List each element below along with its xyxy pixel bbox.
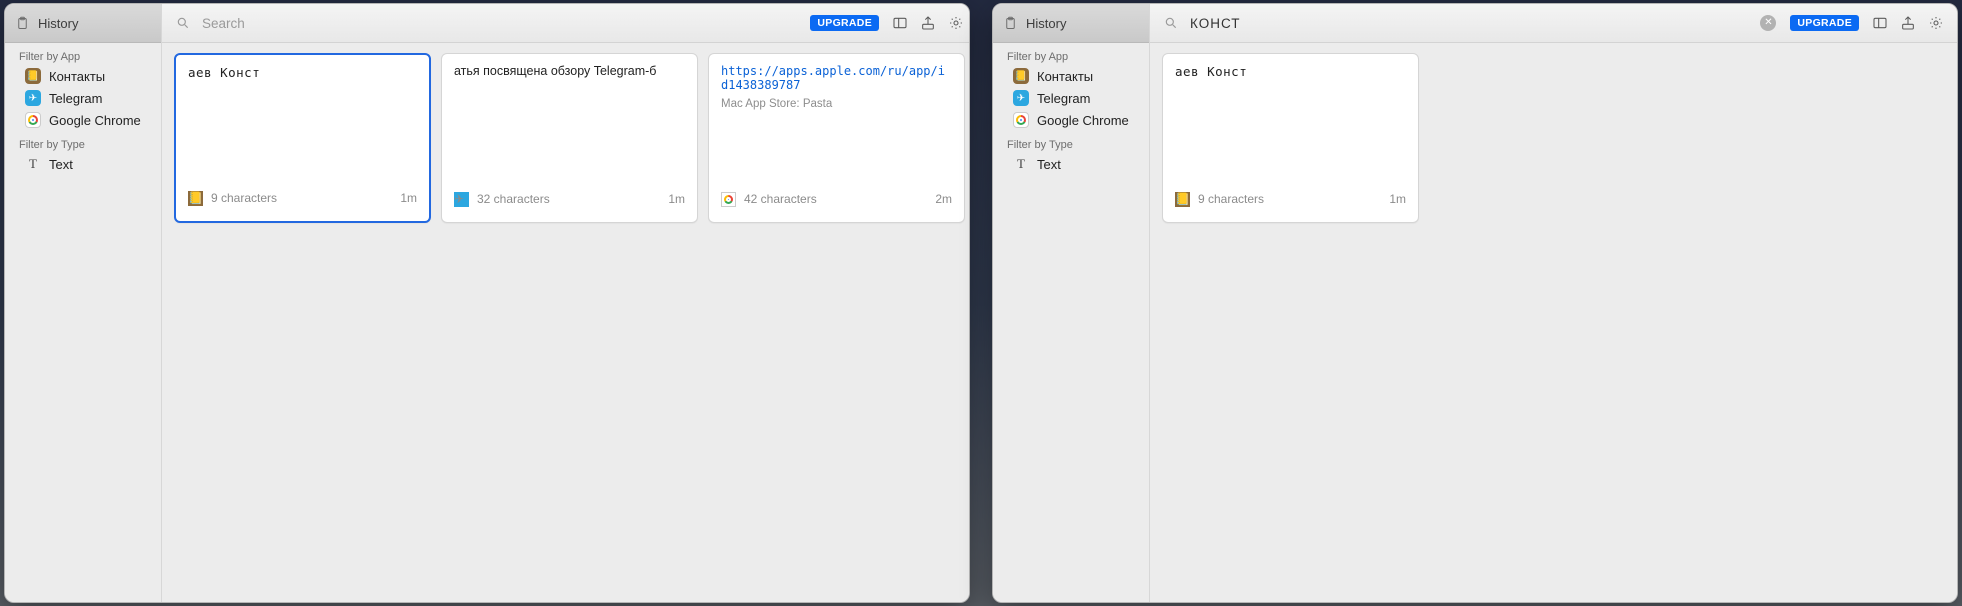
sidebar-app-contacts[interactable]: 📒 Контакты <box>993 65 1149 87</box>
sidebar-title: History <box>1026 16 1066 31</box>
search-input[interactable] <box>1188 15 1754 32</box>
telegram-icon: ✈ <box>1013 90 1029 106</box>
text-type-icon: T <box>25 156 41 172</box>
sidebar-app-telegram[interactable]: ✈ Telegram <box>993 87 1149 109</box>
card-text: аев Конст <box>1175 64 1247 79</box>
sidebar-app-contacts[interactable]: 📒 Контакты <box>5 65 161 87</box>
telegram-icon: ✈ <box>454 192 469 207</box>
clip-card[interactable]: https://apps.apple.com/ru/app/id14383897… <box>708 53 965 223</box>
contacts-icon: 📒 <box>1175 192 1190 207</box>
main-panel: ✕ UPGRADE аев Конст 📒 9 characters 1m <box>1150 4 1957 602</box>
main-panel: UPGRADE аев Конст 📒 9 characters 1m <box>162 4 970 602</box>
share-button[interactable] <box>1897 13 1919 33</box>
settings-button[interactable] <box>1925 13 1947 33</box>
card-meta: 32 characters <box>477 192 550 206</box>
chrome-icon <box>25 112 41 128</box>
card-body: аев Конст <box>176 55 429 183</box>
filter-by-app-heading: Filter by App <box>993 43 1149 65</box>
layout-toggle-button[interactable] <box>889 13 911 33</box>
sidebar-item-label: Text <box>49 157 73 172</box>
sidebar-app-telegram[interactable]: ✈ Telegram <box>5 87 161 109</box>
chrome-icon <box>721 192 736 207</box>
card-age: 1m <box>400 191 417 205</box>
sidebar-item-label: Telegram <box>49 91 102 106</box>
sidebar-item-label: Контакты <box>49 69 105 84</box>
clip-card[interactable]: атья посвящена обзору Telegram-б ✈ 32 ch… <box>441 53 698 223</box>
clipboard-icon <box>15 16 30 31</box>
telegram-icon: ✈ <box>25 90 41 106</box>
sidebar-item-label: Google Chrome <box>49 113 141 128</box>
sidebar-app-chrome[interactable]: Google Chrome <box>5 109 161 131</box>
card-body: https://apps.apple.com/ru/app/id14383897… <box>709 54 964 184</box>
toolbar: UPGRADE <box>162 4 970 43</box>
card-age: 2m <box>935 192 952 206</box>
clip-card[interactable]: аев Конст 📒 9 characters 1m <box>174 53 431 223</box>
cards-grid: аев Конст 📒 9 characters 1m <box>1150 43 1957 602</box>
search-input[interactable] <box>200 15 804 32</box>
card-meta: 42 characters <box>744 192 817 206</box>
card-age: 1m <box>668 192 685 206</box>
card-text: аев Конст <box>188 65 260 80</box>
clip-card[interactable]: аев Конст 📒 9 characters 1m <box>1162 53 1419 223</box>
card-meta: 9 characters <box>1198 192 1264 206</box>
clipboard-icon <box>1003 16 1018 31</box>
card-meta: 9 characters <box>211 191 277 205</box>
search-icon <box>1164 16 1178 30</box>
sidebar-app-chrome[interactable]: Google Chrome <box>993 109 1149 131</box>
share-button[interactable] <box>917 13 939 33</box>
card-age: 1m <box>1389 192 1406 206</box>
card-text: атья посвящена обзору Telegram-б <box>454 64 656 78</box>
sidebar-type-text[interactable]: T Text <box>993 153 1149 175</box>
chrome-icon <box>1013 112 1029 128</box>
sidebar-item-label: Контакты <box>1037 69 1093 84</box>
sidebar-title: History <box>38 16 78 31</box>
filter-by-type-heading: Filter by Type <box>5 131 161 153</box>
sidebar-item-label: Google Chrome <box>1037 113 1129 128</box>
card-subtitle: Mac App Store: Pasta <box>721 98 952 110</box>
sidebar: History Filter by App 📒 Контакты ✈ Teleg… <box>993 4 1150 602</box>
upgrade-button[interactable]: UPGRADE <box>1790 15 1859 31</box>
app-window: History Filter by App 📒 Контакты ✈ Teleg… <box>4 3 970 603</box>
card-footer: ✈ 32 characters 1m <box>442 184 697 222</box>
sidebar-type-text[interactable]: T Text <box>5 153 161 175</box>
upgrade-button[interactable]: UPGRADE <box>810 15 879 31</box>
sidebar-item-label: Text <box>1037 157 1061 172</box>
toolbar: ✕ UPGRADE <box>1150 4 1957 43</box>
sidebar-titlebar: History <box>993 4 1149 43</box>
card-footer: 42 characters 2m <box>709 184 964 222</box>
sidebar-item-label: Telegram <box>1037 91 1090 106</box>
filter-by-app-heading: Filter by App <box>5 43 161 65</box>
contacts-icon: 📒 <box>25 68 41 84</box>
card-body: атья посвящена обзору Telegram-б <box>442 54 697 184</box>
sidebar-titlebar: History <box>5 4 161 43</box>
sidebar: History Filter by App 📒 Контакты ✈ Teleg… <box>5 4 162 602</box>
settings-button[interactable] <box>945 13 967 33</box>
cards-grid: аев Конст 📒 9 characters 1m атья посвяще… <box>162 43 970 602</box>
contacts-icon: 📒 <box>1013 68 1029 84</box>
contacts-icon: 📒 <box>188 191 203 206</box>
text-type-icon: T <box>1013 156 1029 172</box>
card-link: https://apps.apple.com/ru/app/id14383897… <box>721 64 945 92</box>
filter-by-type-heading: Filter by Type <box>993 131 1149 153</box>
card-footer: 📒 9 characters 1m <box>176 183 429 221</box>
app-window: History Filter by App 📒 Контакты ✈ Teleg… <box>992 3 1958 603</box>
card-footer: 📒 9 characters 1m <box>1163 184 1418 222</box>
clear-search-button[interactable]: ✕ <box>1760 15 1776 31</box>
layout-toggle-button[interactable] <box>1869 13 1891 33</box>
card-body: аев Конст <box>1163 54 1418 184</box>
search-icon <box>176 16 190 30</box>
